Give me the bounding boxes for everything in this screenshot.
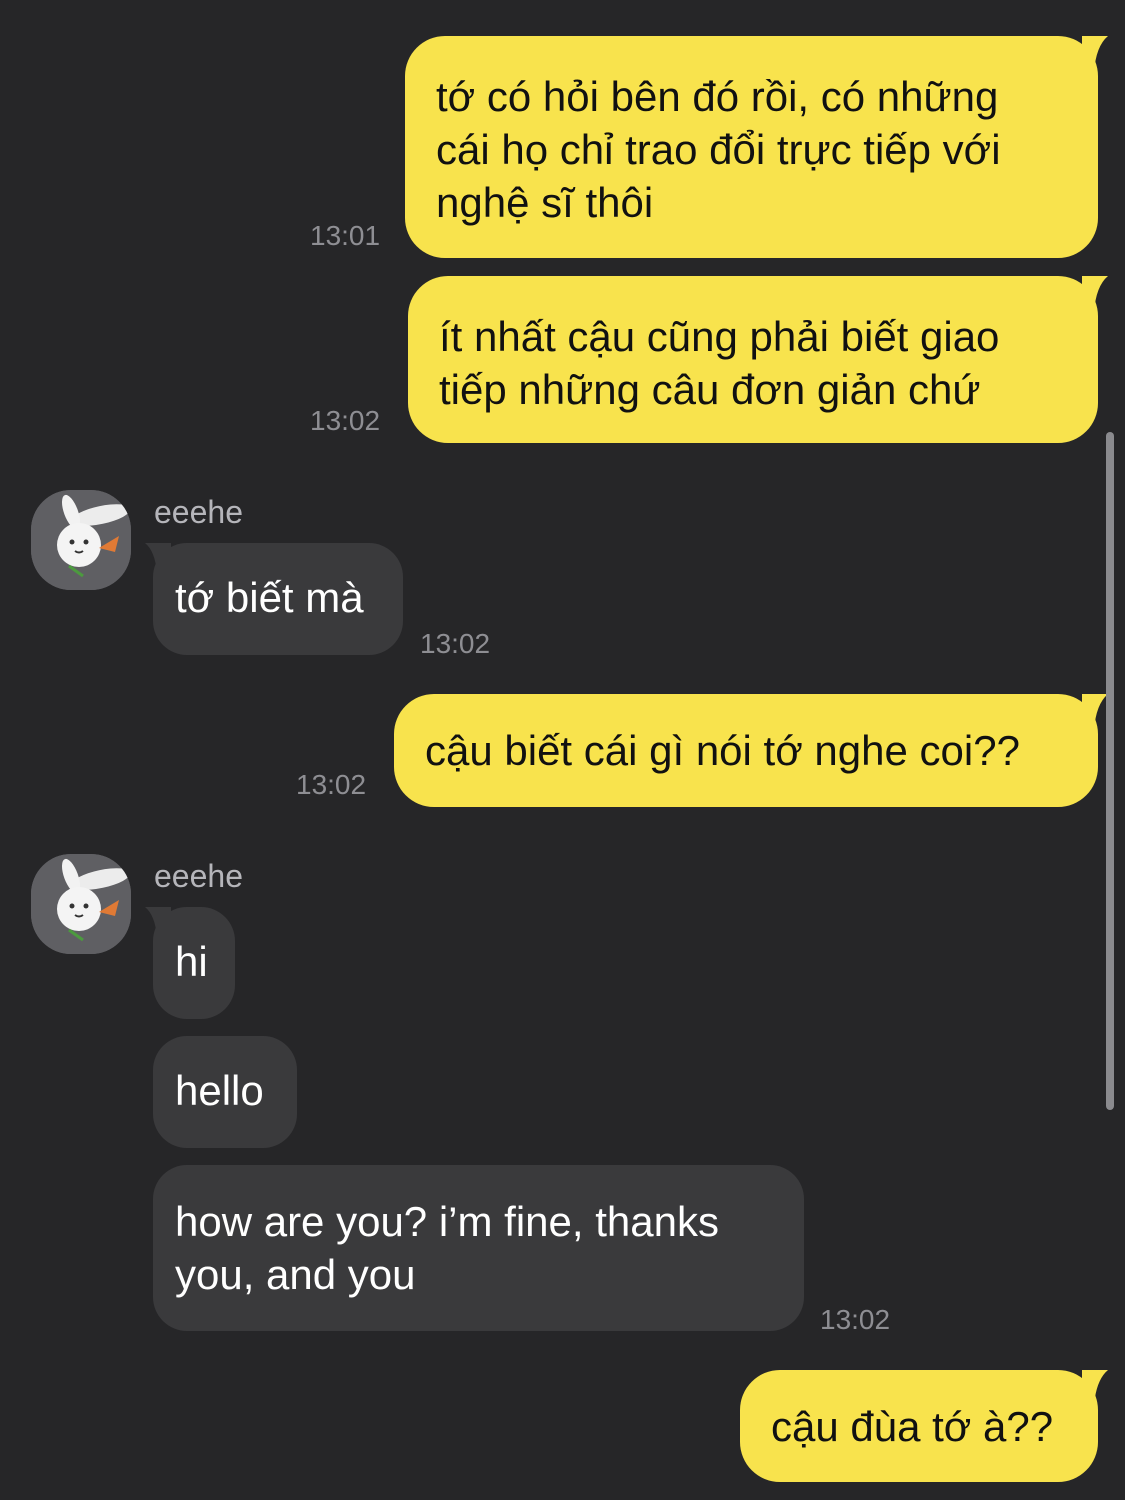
message-timestamp: 13:01 [310, 220, 381, 251]
outgoing-message-bubble[interactable]: cậu biết cái gì nói tớ nghe coi?? [394, 694, 1098, 807]
message-timestamp: 13:02 [820, 1304, 891, 1335]
outgoing-message-bubble[interactable]: ít nhất cậu cũng phải biết giao tiếp nhữ… [408, 276, 1098, 443]
incoming-message-bubble[interactable]: hello [153, 1036, 297, 1148]
sender-name: eeehe [154, 858, 243, 894]
outgoing-message-bubble[interactable]: tớ có hỏi bên đó rồi, có những cái họ ch… [405, 36, 1098, 258]
contact-avatar[interactable] [31, 490, 131, 590]
bubble-tail [1082, 36, 1108, 72]
bubble-tail [1082, 1370, 1108, 1406]
chat-scrollbar[interactable] [1106, 432, 1114, 1110]
message-timestamp: 13:02 [296, 769, 367, 800]
bubble-tail [145, 907, 171, 937]
outgoing-message-bubble[interactable]: cậu đùa tớ à?? [740, 1370, 1098, 1482]
sender-name: eeehe [154, 494, 243, 530]
contact-avatar[interactable] [31, 854, 131, 954]
white-rabbit-avatar-icon [31, 490, 131, 590]
bubble-tail [145, 543, 171, 573]
bubble-tail [1082, 276, 1108, 312]
white-rabbit-avatar-icon [31, 854, 131, 954]
incoming-message-bubble[interactable]: how are you? i’m fine, thanks you, and y… [153, 1165, 804, 1331]
bubble-tail [1082, 694, 1108, 730]
incoming-message-bubble[interactable]: tớ biết mà [153, 543, 403, 655]
message-timestamp: 13:02 [310, 405, 381, 436]
message-timestamp: 13:02 [420, 628, 491, 659]
